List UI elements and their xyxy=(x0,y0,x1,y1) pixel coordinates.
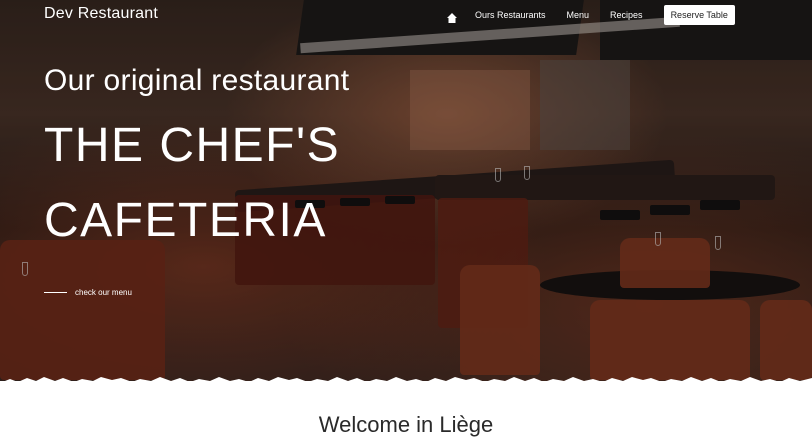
torn-paper-divider xyxy=(0,377,812,389)
hero-overlay xyxy=(0,0,812,381)
home-icon[interactable] xyxy=(446,9,458,23)
nav-item-recipes[interactable]: Recipes xyxy=(610,10,643,20)
hero-title-line-2: CAFETERIA xyxy=(44,194,327,247)
brand-logo[interactable]: Dev Restaurant xyxy=(44,5,158,23)
check-menu-label: check our menu xyxy=(75,288,132,297)
hero-subtitle: Our original restaurant xyxy=(44,64,350,97)
nav-item-ours-restaurants[interactable]: Ours Restaurants xyxy=(475,10,546,20)
check-menu-link[interactable]: check our menu xyxy=(44,288,132,297)
reserve-table-button[interactable]: Reserve Table xyxy=(663,4,735,25)
nav-item-menu[interactable]: Menu xyxy=(567,10,590,20)
main-nav: Ours Restaurants Menu Recipes Reserve Ta… xyxy=(446,4,735,25)
welcome-heading: Welcome in Liège xyxy=(318,412,494,437)
hero-section: Dev Restaurant Ours Restaurants Menu Rec… xyxy=(0,0,812,381)
hero-title-line-1: THE CHEF'S xyxy=(44,119,341,172)
cta-line-decoration xyxy=(44,292,67,293)
